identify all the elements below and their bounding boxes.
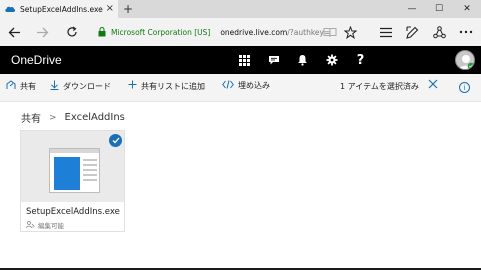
address-bar[interactable]: Microsoft Corporation [US] onedrive.live… (98, 22, 338, 42)
browser-tab-strip: SetupExcelAddIns.exe × + — ☐ ✕ (0, 0, 481, 18)
breadcrumb: 共有 > ExcelAddIns (21, 110, 125, 125)
thumbnail-line (83, 169, 97, 171)
notifications-bell-icon[interactable] (288, 46, 317, 74)
more-icon[interactable] (458, 24, 474, 40)
download-label: ダウンロード (63, 82, 111, 91)
embed-command[interactable]: 埋め込み (222, 80, 270, 91)
web-note-icon[interactable] (404, 24, 420, 40)
new-tab-button[interactable]: + (123, 2, 133, 16)
breadcrumb-separator: > (49, 112, 57, 123)
certificate-label: Microsoft Corporation [US] (111, 27, 211, 37)
forward-arrow-icon[interactable] (34, 24, 50, 40)
permission-label: 編集可能 (38, 222, 64, 230)
thumbnail-line (83, 174, 97, 176)
selected-check-icon[interactable] (109, 134, 122, 147)
file-name[interactable]: SetupExcelAddIns.exe (26, 207, 120, 217)
thumbnail-line (83, 159, 97, 161)
command-bar: 共有 ダウンロード 共有リストに追加 埋め込み 1 アイテムを選択済み i (0, 74, 481, 102)
breadcrumb-shared[interactable]: 共有 (21, 110, 41, 125)
share-icon (6, 80, 16, 93)
plus-icon (128, 80, 137, 92)
share-command[interactable]: 共有 (6, 80, 36, 93)
refresh-icon[interactable] (64, 24, 80, 40)
people-icon (26, 220, 35, 230)
app-launcher-icon[interactable] (230, 46, 259, 74)
selection-count: 1 アイテムを選択済み (340, 82, 419, 91)
tab-close-icon[interactable]: × (106, 3, 114, 15)
favorite-star-icon[interactable] (342, 24, 358, 40)
clear-selection-icon[interactable] (428, 79, 438, 92)
onedrive-cloud-icon (5, 6, 16, 12)
add-to-shared-label: 共有リストに追加 (141, 81, 205, 91)
thumbnail-line (83, 179, 97, 181)
url-host: onedrive.live.com (220, 27, 288, 37)
embed-label: 埋め込み (238, 81, 270, 90)
share-icon[interactable] (431, 24, 447, 40)
url-text: onedrive.live.com/?authkey= (220, 28, 330, 37)
file-tile[interactable]: SetupExcelAddIns.exe 編集可能 (20, 130, 125, 232)
share-label: 共有 (20, 82, 36, 91)
back-arrow-icon[interactable] (6, 24, 22, 40)
download-arrow-icon (50, 80, 59, 93)
browser-tab[interactable]: SetupExcelAddIns.exe × (0, 0, 118, 18)
download-command[interactable]: ダウンロード (50, 80, 111, 93)
browser-toolbar: Microsoft Corporation [US] onedrive.live… (0, 18, 481, 46)
onedrive-header: OneDrive ? (0, 46, 481, 74)
chat-icon[interactable] (259, 46, 288, 74)
embed-code-icon (222, 80, 234, 91)
hub-icon[interactable] (378, 24, 394, 40)
info-icon[interactable]: i (459, 82, 470, 93)
thumbnail-line (83, 164, 97, 166)
lock-icon (98, 27, 106, 37)
file-thumbnail (49, 148, 100, 193)
thumbnail-titlebar (50, 149, 99, 153)
minimize-button[interactable]: — (400, 2, 424, 16)
help-icon[interactable]: ? (346, 46, 375, 74)
thumbnail-panel (54, 157, 80, 190)
onedrive-brand[interactable]: OneDrive (11, 53, 62, 67)
add-to-shared-command[interactable]: 共有リストに追加 (128, 80, 205, 92)
file-permission: 編集可能 (26, 220, 64, 230)
avatar[interactable] (455, 50, 475, 70)
close-window-button[interactable]: ✕ (455, 2, 479, 16)
settings-gear-icon[interactable] (317, 46, 346, 74)
breadcrumb-current: ExcelAddIns (64, 112, 125, 123)
reading-view-icon[interactable] (322, 24, 338, 40)
maximize-button[interactable]: ☐ (427, 2, 451, 16)
tab-title: SetupExcelAddIns.exe (20, 4, 103, 14)
